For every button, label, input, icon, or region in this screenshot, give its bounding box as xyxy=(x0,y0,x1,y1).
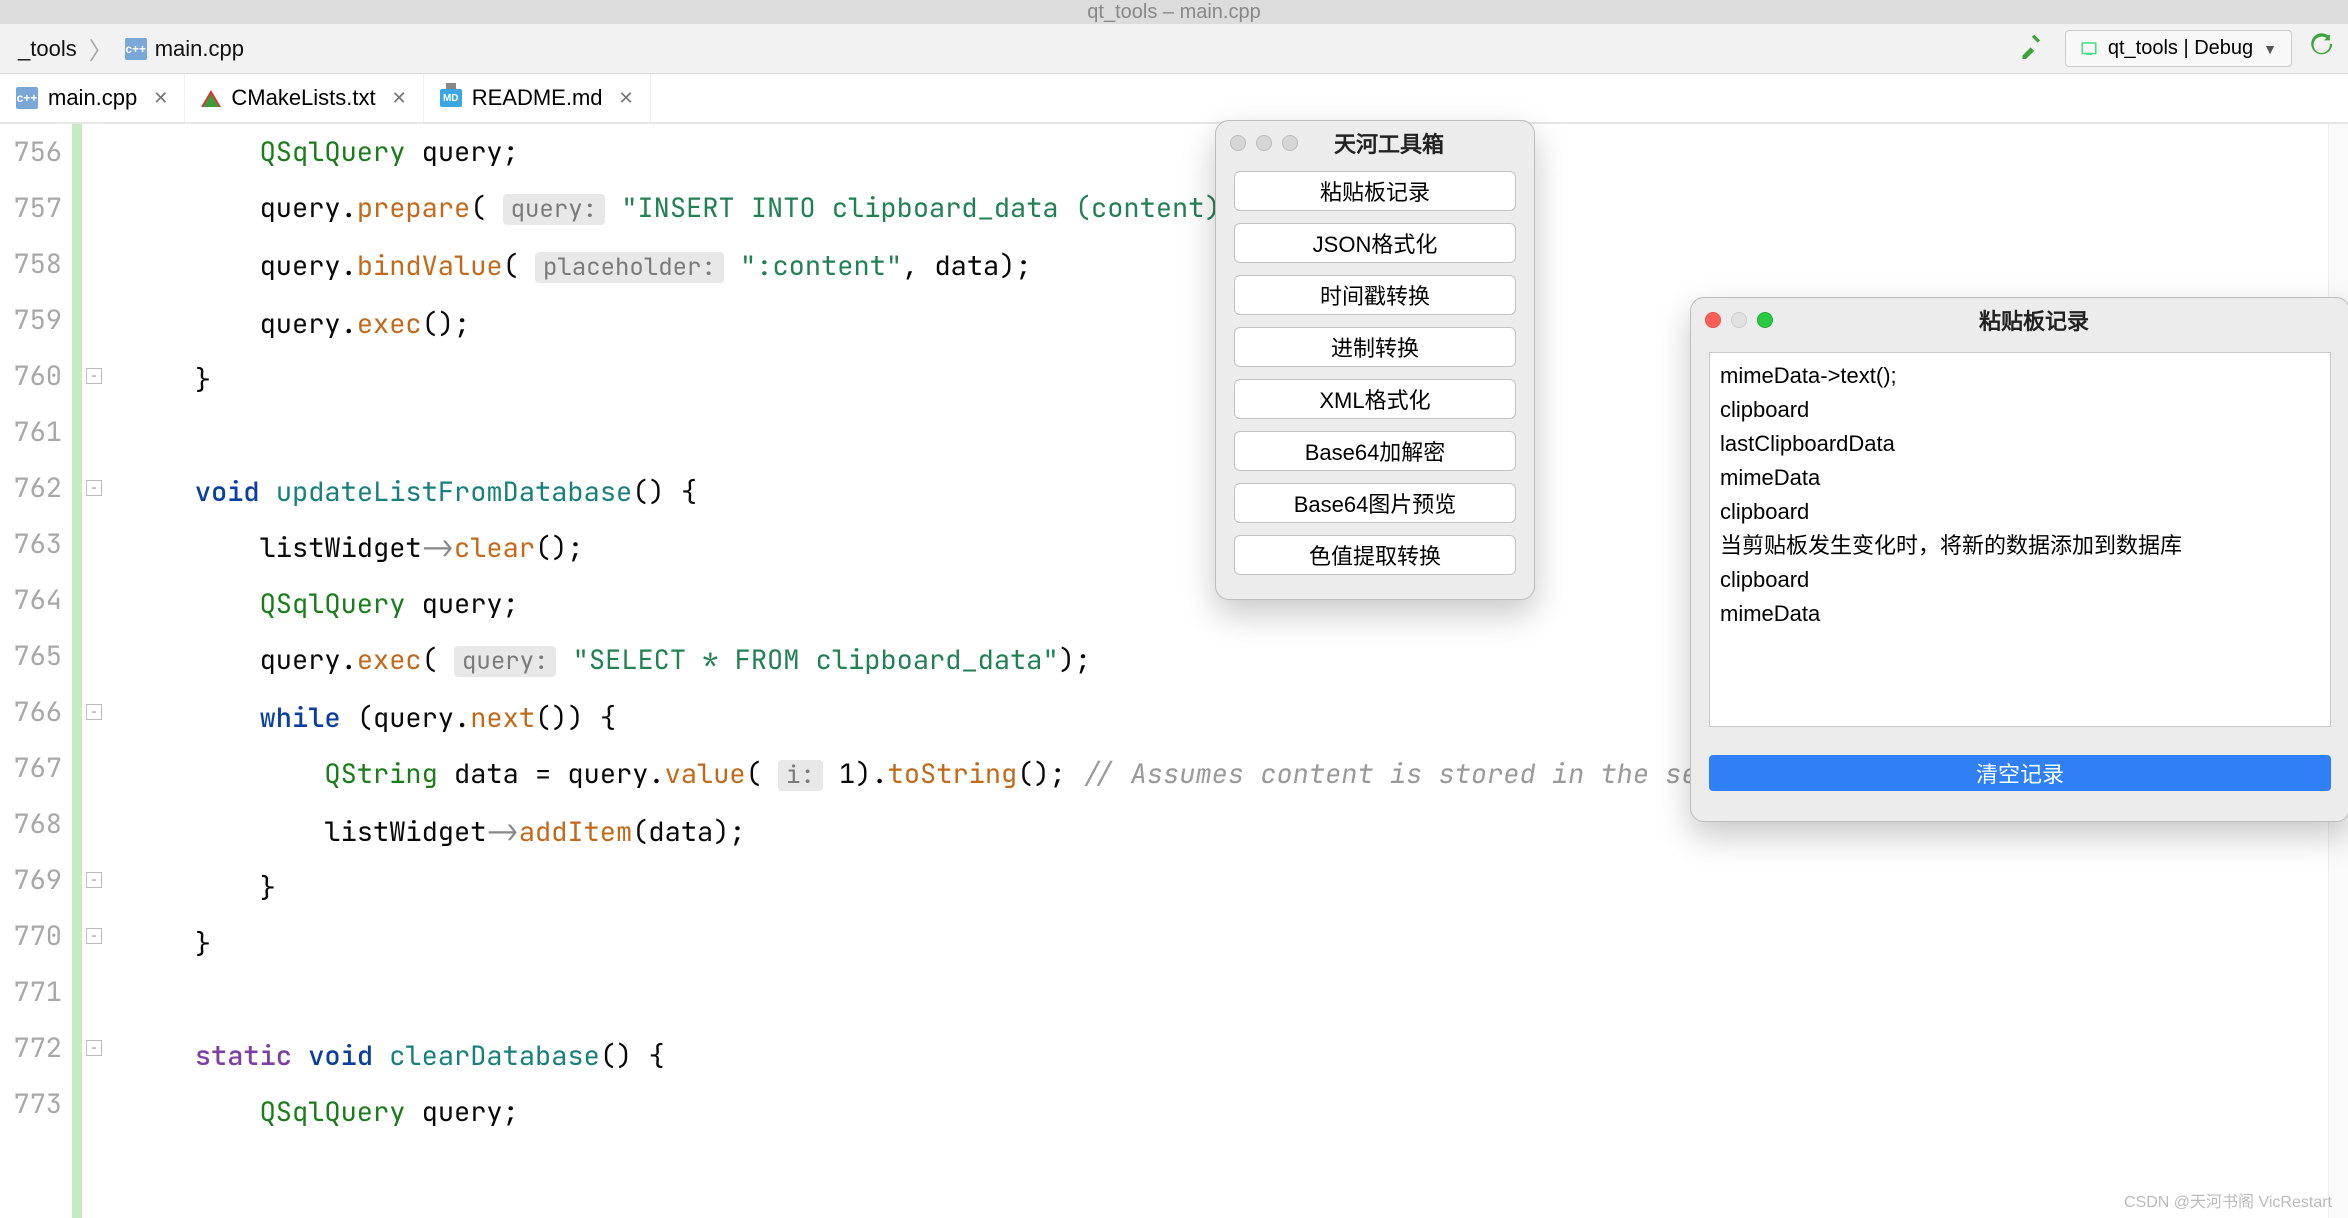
traffic-lights[interactable] xyxy=(1705,312,1773,328)
line-number: 762 xyxy=(0,460,62,516)
fold-marker[interactable]: − xyxy=(86,928,102,944)
fold-marker[interactable]: − xyxy=(86,480,102,496)
cpp-icon: c++ xyxy=(16,87,38,109)
toolbox-button[interactable]: Base64加解密 xyxy=(1234,431,1516,471)
code-line[interactable]: static void clearDatabase() { xyxy=(130,1028,2348,1084)
close-icon[interactable]: ✕ xyxy=(613,88,634,109)
list-item[interactable]: clipboard xyxy=(1720,563,2320,597)
line-number: 768 xyxy=(0,796,62,852)
run-config-label: qt_tools | Debug xyxy=(2108,37,2253,60)
line-number: 761 xyxy=(0,404,62,460)
build-icon[interactable] xyxy=(2019,31,2047,66)
line-number: 766 xyxy=(0,684,62,740)
close-icon[interactable]: ✕ xyxy=(147,88,168,109)
tab-label: CMakeLists.txt xyxy=(231,85,375,111)
tab-readme-md[interactable]: MD README.md ✕ xyxy=(424,74,651,122)
line-number: 767 xyxy=(0,740,62,796)
breadcrumb-separator: 〉 xyxy=(85,31,117,66)
toolbox-titlebar[interactable]: 天河工具箱 xyxy=(1216,121,1534,165)
tab-main-cpp[interactable]: c++ main.cpp ✕ xyxy=(0,74,185,122)
crumb-project[interactable]: _tools xyxy=(10,36,85,62)
list-item[interactable]: 当剪贴板发生变化时，将新的数据添加到数据库 xyxy=(1720,529,2320,563)
watermark: CSDN @天河书阁 VicRestart xyxy=(2124,1188,2332,1212)
clipboard-body: mimeData->text();clipboardlastClipboardD… xyxy=(1691,342,2348,821)
code-line[interactable]: QSqlQuery query; xyxy=(130,1084,2348,1140)
window-titlebar: qt_tools – main.cpp xyxy=(0,0,2348,24)
line-number: 763 xyxy=(0,516,62,572)
clipboard-list[interactable]: mimeData->text();clipboardlastClipboardD… xyxy=(1709,352,2331,727)
line-number: 765 xyxy=(0,628,62,684)
toolbox-button[interactable]: 色值提取转换 xyxy=(1234,535,1516,575)
cpp-icon: c++ xyxy=(125,38,147,60)
tab-cmakelists-txt[interactable]: CMakeLists.txt ✕ xyxy=(185,74,423,122)
fold-marker[interactable]: − xyxy=(86,872,102,888)
breadcrumb: _tools 〉 c++ main.cpp qt_tools | Debug ▼ xyxy=(0,24,2348,74)
line-number: 760 xyxy=(0,348,62,404)
cmake-icon xyxy=(201,90,221,107)
toolbox-button[interactable]: 进制转换 xyxy=(1234,327,1516,367)
list-item[interactable]: mimeData xyxy=(1720,597,2320,631)
list-item[interactable]: lastClipboardData xyxy=(1720,427,2320,461)
line-number: 756 xyxy=(0,124,62,180)
traffic-lights[interactable] xyxy=(1230,135,1298,151)
toolbox-button[interactable]: Base64图片预览 xyxy=(1234,483,1516,523)
line-number: 772 xyxy=(0,1020,62,1076)
list-item[interactable]: mimeData xyxy=(1720,461,2320,495)
line-number: 773 xyxy=(0,1076,62,1132)
line-gutter: 7567577587597607617627637647657667677687… xyxy=(0,124,72,1218)
run-config-dropdown[interactable]: qt_tools | Debug ▼ xyxy=(2065,30,2292,67)
markdown-icon: MD xyxy=(440,89,462,107)
list-item[interactable]: clipboard xyxy=(1720,495,2320,529)
code-line[interactable] xyxy=(130,972,2348,1028)
list-item[interactable]: mimeData->text(); xyxy=(1720,359,2320,393)
crumb-file[interactable]: c++ main.cpp xyxy=(117,36,252,62)
list-item[interactable]: clipboard xyxy=(1720,393,2320,427)
rerun-icon[interactable] xyxy=(2310,31,2338,66)
code-line[interactable]: } xyxy=(130,916,2348,972)
crumb-file-label: main.cpp xyxy=(155,36,244,62)
toolbox-button[interactable]: 粘贴板记录 xyxy=(1234,171,1516,211)
fold-marker[interactable]: − xyxy=(86,368,102,384)
change-marker-bar xyxy=(72,124,82,1218)
fold-marker[interactable]: − xyxy=(86,1040,102,1056)
toolbox-body: 粘贴板记录 JSON格式化时间戳转换进制转换 XML格式化 Base64加解密 Base… xyxy=(1216,165,1534,599)
fold-marker[interactable]: − xyxy=(86,704,102,720)
line-number: 757 xyxy=(0,180,62,236)
window-title: qt_tools – main.cpp xyxy=(1087,1,1260,24)
line-number: 764 xyxy=(0,572,62,628)
clipboard-window[interactable]: 粘贴板记录 mimeData->text();clipboardlastClip… xyxy=(1690,297,2348,822)
code-line[interactable]: } xyxy=(130,860,2348,916)
toolbox-window[interactable]: 天河工具箱 粘贴板记录 JSON格式化时间戳转换进制转换 XML格式化 Base64加… xyxy=(1215,120,1535,600)
line-number: 769 xyxy=(0,852,62,908)
toolbox-button[interactable]: XML格式化 xyxy=(1234,379,1516,419)
fold-column[interactable]: − − − − − − xyxy=(82,124,110,1218)
toolbox-button[interactable]: JSON格式化 xyxy=(1234,223,1516,263)
line-number: 759 xyxy=(0,292,62,348)
toolbox-button[interactable]: 时间戳转换 xyxy=(1234,275,1516,315)
crumb-project-label: _tools xyxy=(18,36,77,62)
line-number: 770 xyxy=(0,908,62,964)
line-number: 758 xyxy=(0,236,62,292)
line-number: 771 xyxy=(0,964,62,1020)
editor-tabs: c++ main.cpp ✕ CMakeLists.txt ✕ MD README.md ✕ xyxy=(0,74,2348,124)
close-icon[interactable]: ✕ xyxy=(386,88,407,109)
clipboard-titlebar[interactable]: 粘贴板记录 xyxy=(1691,298,2348,342)
toolbox-title: 天河工具箱 xyxy=(1308,127,1520,159)
dropdown-caret-icon: ▼ xyxy=(2263,41,2277,57)
tab-label: main.cpp xyxy=(48,85,137,111)
tab-label: README.md xyxy=(472,85,603,111)
clipboard-title: 粘贴板记录 xyxy=(1783,304,2335,336)
clear-button[interactable]: 清空记录 xyxy=(1709,755,2331,791)
